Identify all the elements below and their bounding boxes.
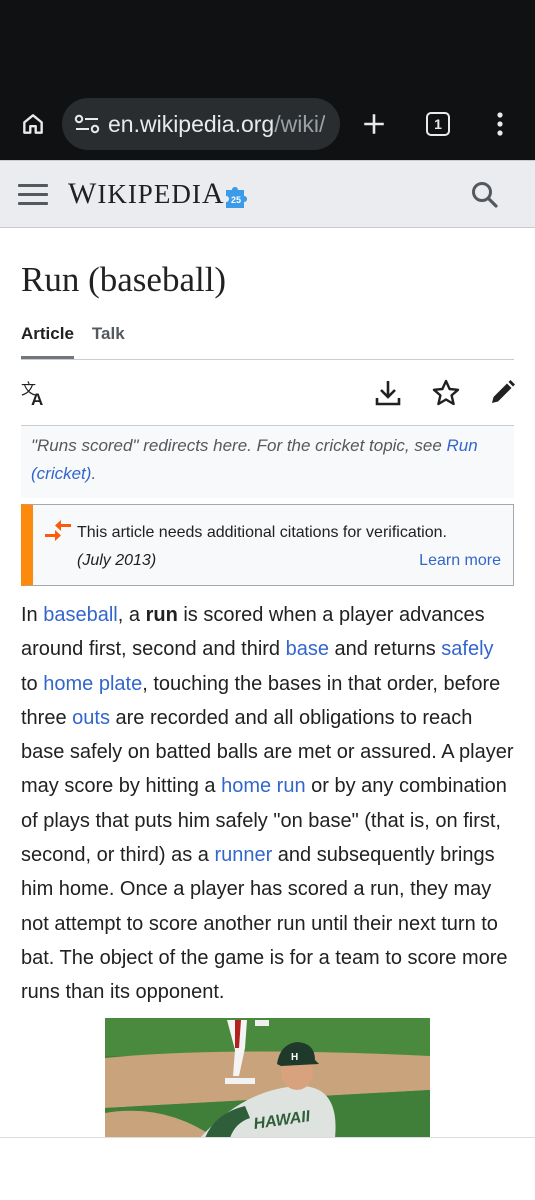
tab-article[interactable]: Article [21,324,74,359]
link-runner[interactable]: runner [214,844,272,866]
download-icon[interactable] [373,378,403,408]
wiki-header: WIKIPEDIA 25 [0,160,535,228]
link-home-run[interactable]: home run [221,775,306,797]
hatnote-link-part: (cricket) [31,464,92,483]
lead-text: and subsequently brings him home. Once a… [21,844,508,1004]
page-actions-toolbar: 文 A [21,360,517,426]
browser-menu-button[interactable] [480,104,520,144]
url-path: /wiki/ [274,110,326,137]
address-bar[interactable]: en.wikipedia.org/wiki/ [62,98,340,150]
site-settings-icon[interactable] [74,114,100,134]
baseball-runner-image: H HAWAII [105,1018,430,1138]
svg-text:H: H [291,1052,298,1063]
hatnote: "Runs scored" redirects here. For the cr… [21,426,514,498]
hatnote-text: "Runs scored" redirects here. For the cr… [31,436,447,455]
home-icon [23,114,43,134]
url-text: en.wikipedia.org/wiki/ [108,111,325,138]
bold-run: run [145,604,178,626]
new-tab-button[interactable] [354,104,394,144]
link-outs[interactable]: outs [72,707,110,729]
citation-notice-date: (July 2013) [77,552,157,569]
hatnote-suffix: . [91,464,97,483]
hatnote-link-part: Run [446,436,478,455]
tab-switcher-button[interactable]: 1 [418,104,458,144]
watch-star-icon[interactable] [431,378,461,408]
citation-warning-icon [45,520,71,541]
article-content: Run (baseball) Article Talk 文 A "Runs sc… [0,258,535,1010]
more-vert-icon [497,112,503,136]
link-safely[interactable]: safely [441,638,493,660]
lead-text: , a [117,604,146,626]
page-title: Run (baseball) [21,260,227,299]
svg-text:25: 25 [231,195,241,205]
hamburger-icon [18,183,48,187]
search-icon[interactable] [469,179,501,211]
lead-text: and returns [328,638,442,661]
language-icon[interactable]: 文 A [21,378,51,408]
link-base[interactable]: base [286,638,329,660]
url-host: en.wikipedia.org [108,110,275,137]
hamburger-line [18,192,48,196]
browser-toolbar: en.wikipedia.org/wiki/ 1 [0,88,535,160]
hamburger-line [18,201,48,205]
wordmark-text: WIKIPEDIA [68,177,225,210]
home-button[interactable] [14,104,52,144]
svg-text:A: A [31,390,43,408]
lead-paragraph: In baseball, a run is scored when a play… [21,598,514,1010]
lead-text: In [21,604,44,626]
citation-notice[interactable]: This article needs additional citations … [21,504,514,586]
citation-notice-text: This article needs additional citations … [77,524,447,541]
plus-icon [364,114,384,134]
puzzle-25-icon: 25 [226,187,248,208]
wikipedia-logo[interactable]: WIKIPEDIA 25 [68,177,250,211]
lead-text: to [21,672,44,695]
namespace-tabs: Article Talk [21,324,514,360]
main-menu-button[interactable] [18,179,48,209]
link-baseball[interactable]: baseball [43,604,118,626]
link-home-plate[interactable]: home plate [43,673,142,695]
learn-more-link[interactable]: Learn more [419,547,501,575]
system-navigation-bar [0,1137,535,1200]
status-bar [0,0,535,88]
edit-pencil-icon[interactable] [487,378,517,408]
article-photo[interactable]: H HAWAII [105,1018,430,1138]
tab-talk[interactable]: Talk [92,324,125,359]
tab-count: 1 [426,112,450,136]
